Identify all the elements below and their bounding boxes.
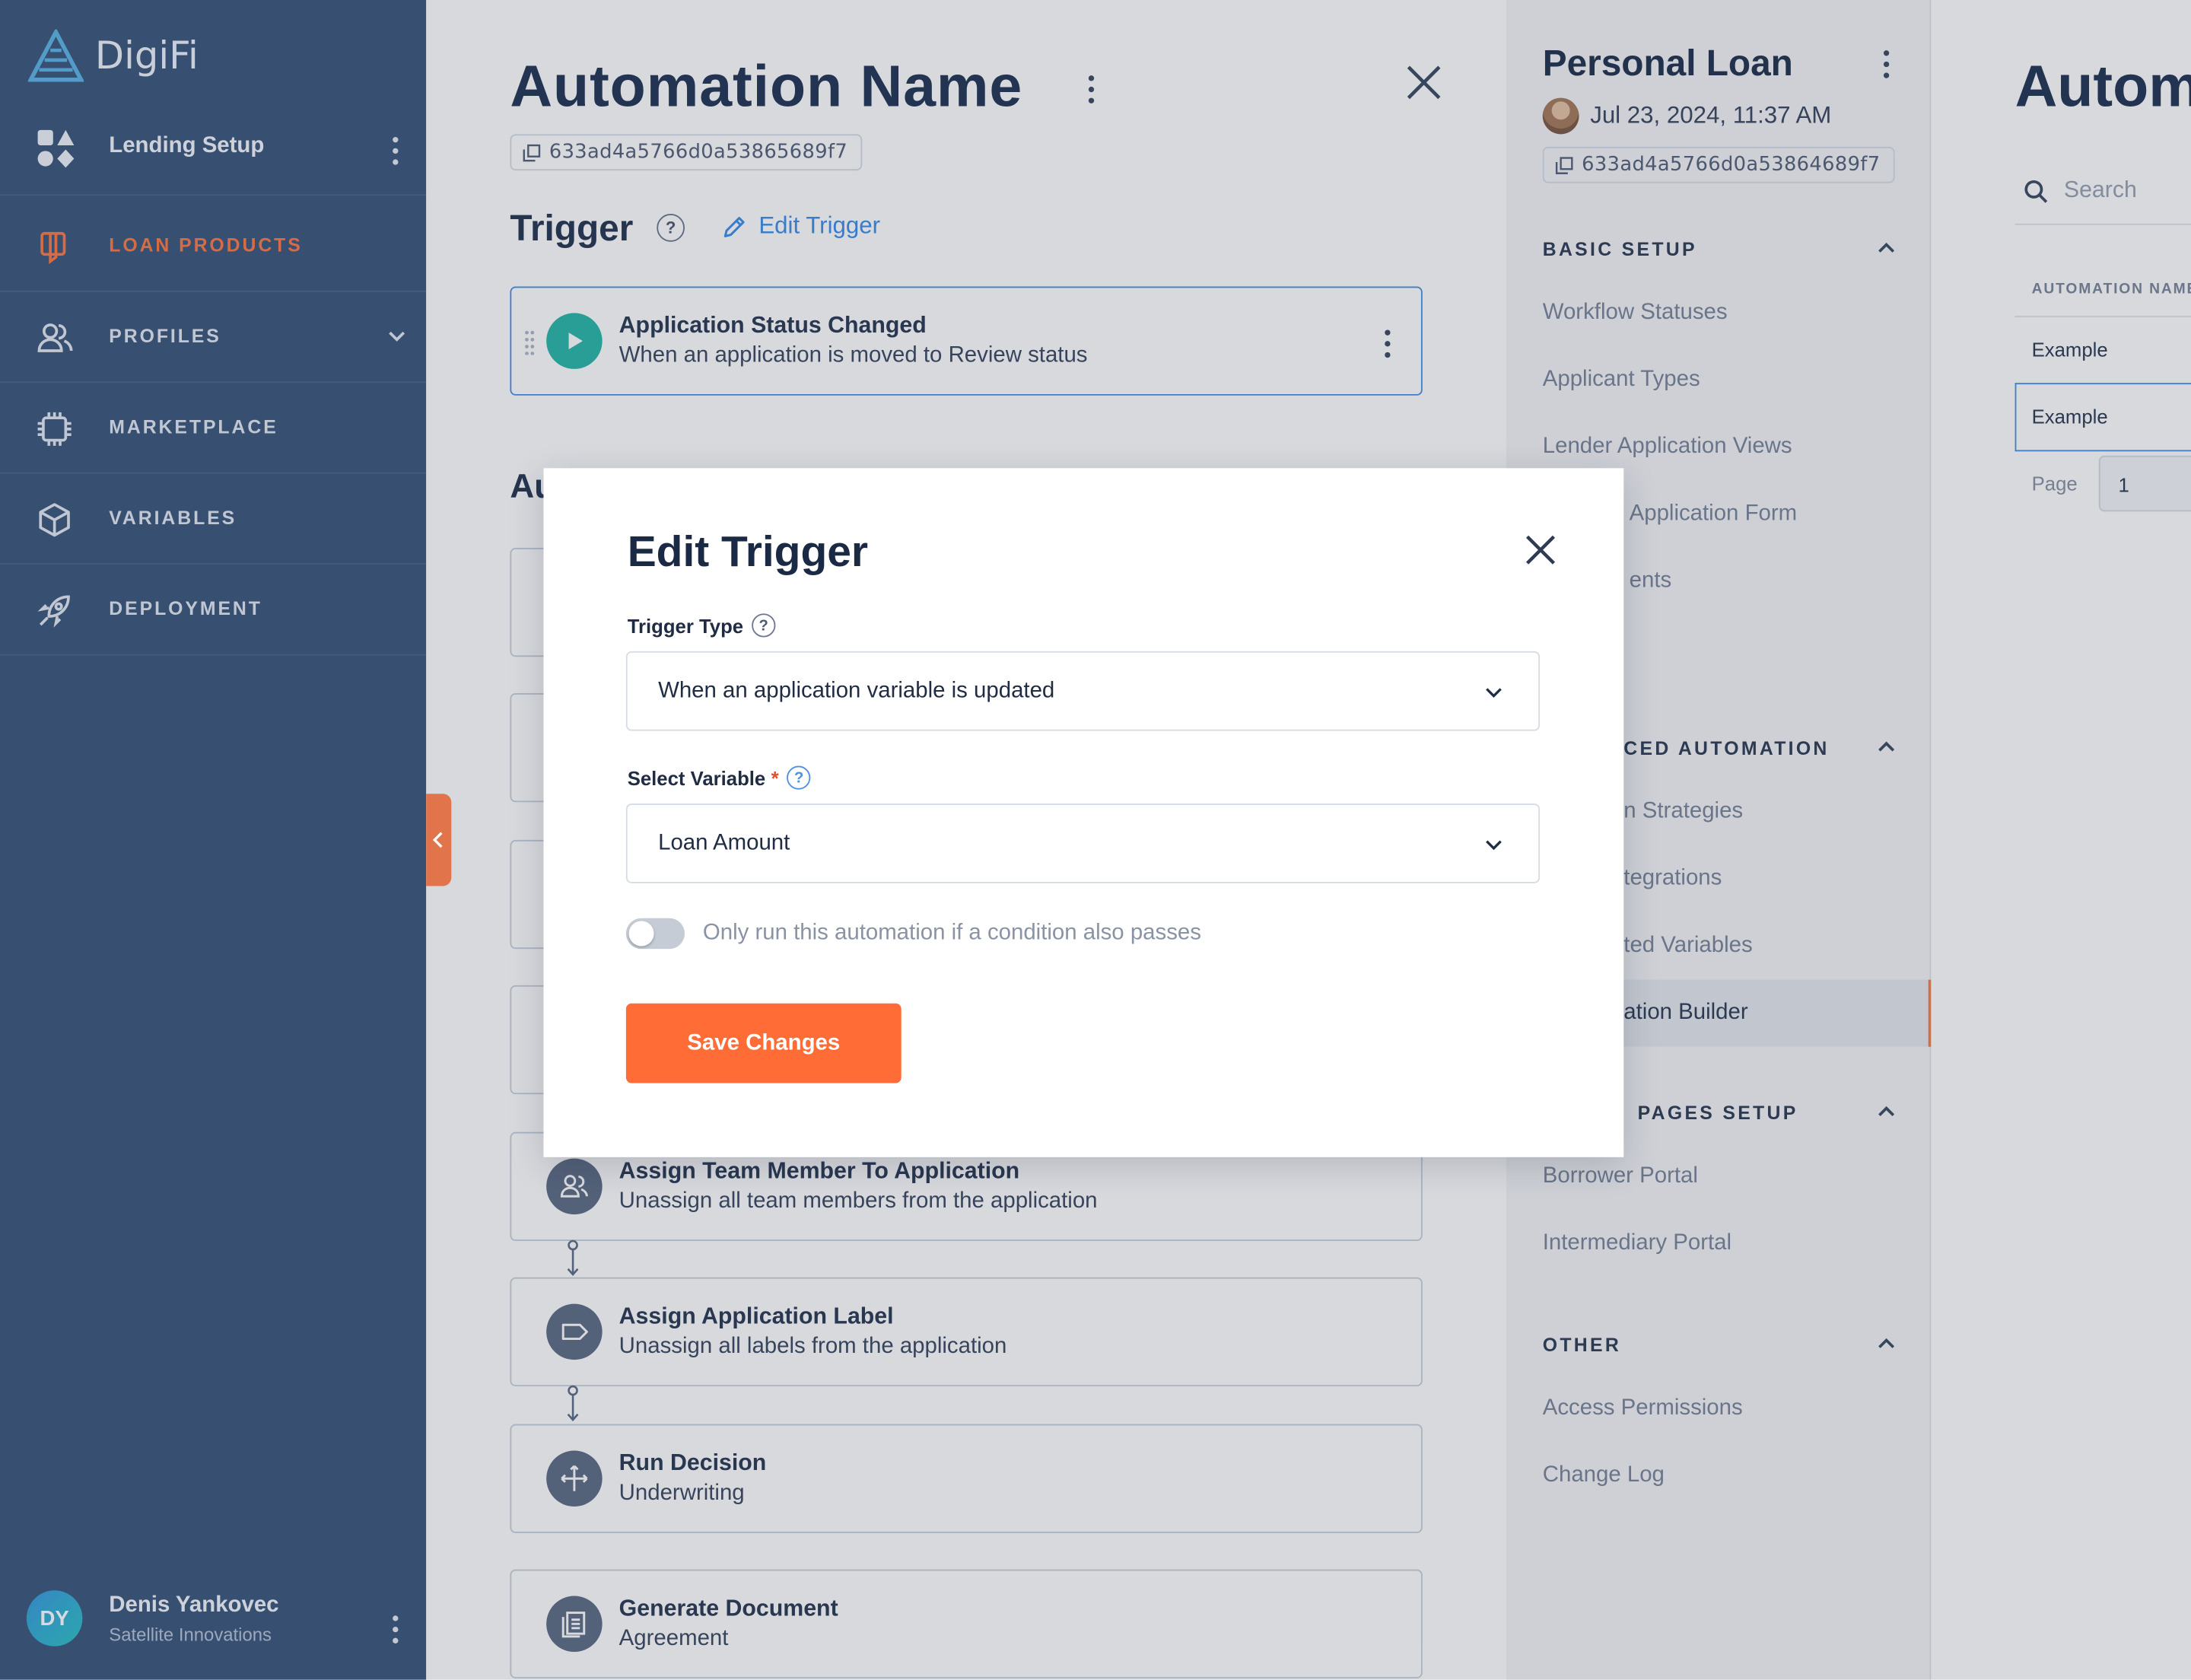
chevron-down-icon: [1486, 840, 1502, 851]
select-value: When an application variable is updated: [658, 679, 1055, 703]
select-variable-dropdown[interactable]: Loan Amount: [625, 803, 1541, 883]
required-mark: *: [771, 766, 779, 789]
field-label-text: Trigger Type: [627, 614, 744, 637]
trigger-type-select[interactable]: When an application variable is updated: [625, 651, 1541, 731]
condition-toggle[interactable]: [625, 918, 685, 950]
field-label-text: Select Variable: [627, 766, 766, 789]
save-changes-button[interactable]: Save Changes: [625, 1003, 902, 1083]
help-icon[interactable]: ?: [752, 613, 776, 638]
select-variable-label: Select Variable * ?: [627, 765, 811, 790]
help-icon[interactable]: ?: [787, 765, 811, 790]
chevron-down-icon: [1486, 688, 1502, 698]
trigger-type-label: Trigger Type ?: [627, 613, 776, 638]
toggle-knob: [628, 921, 654, 947]
modal-title: Edit Trigger: [627, 527, 869, 576]
chevron-left-icon: [432, 832, 443, 848]
close-icon[interactable]: [1523, 533, 1558, 568]
select-value: Loan Amount: [658, 831, 790, 856]
condition-toggle-label: Only run this automation if a condition …: [702, 921, 1201, 945]
collapse-sidebar-button[interactable]: [426, 794, 452, 886]
edit-trigger-modal: Edit Trigger Trigger Type ? When an appl…: [543, 468, 1624, 1157]
